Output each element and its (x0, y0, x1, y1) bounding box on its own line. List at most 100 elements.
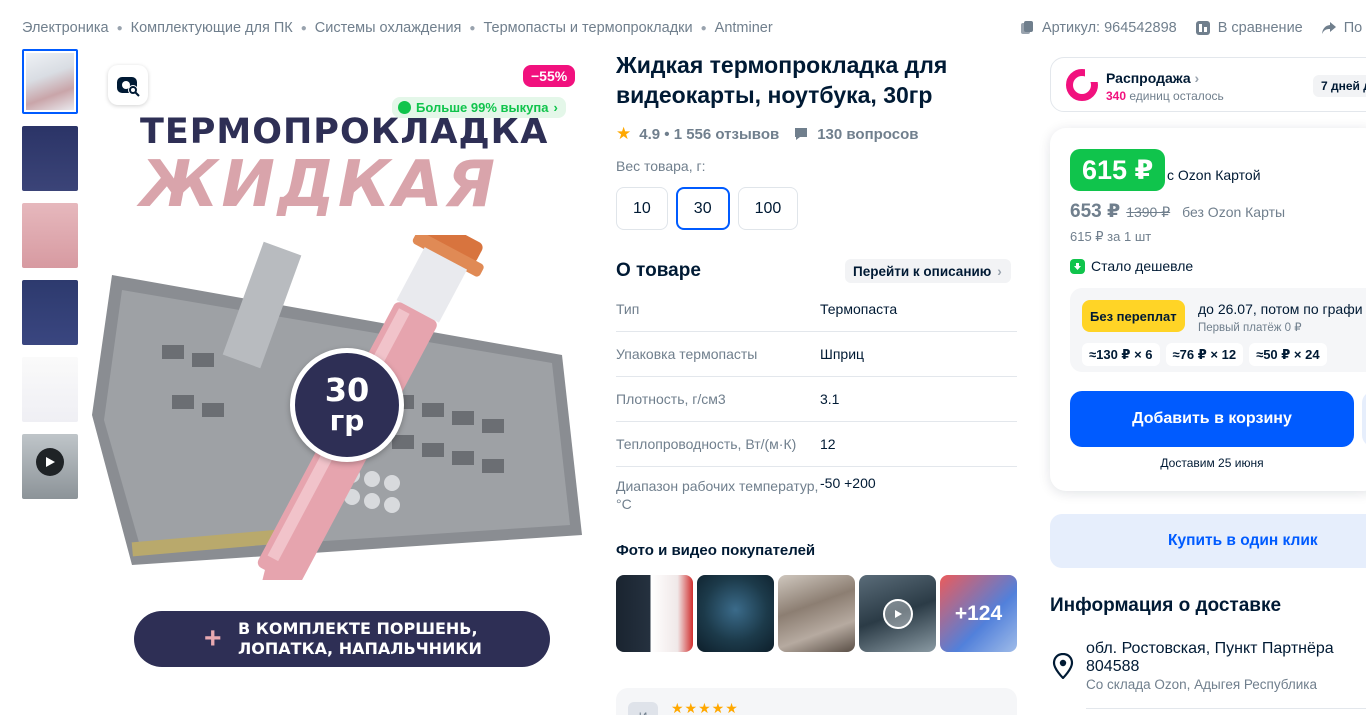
buyer-photo[interactable] (778, 575, 855, 652)
buyer-photo[interactable] (616, 575, 693, 652)
spec-key: Плотность, г/см3 (616, 391, 726, 407)
compare-icon (1195, 20, 1211, 36)
play-icon (36, 448, 64, 476)
rating-row: ★ 4.9 • 1 556 отзывов 130 вопросов (616, 124, 919, 144)
ozon-card-label: с Ozon Картой (1167, 167, 1261, 183)
thumbnail-5[interactable] (22, 357, 78, 422)
breadcrumb-item[interactable]: Электроника (22, 20, 109, 36)
review-stars: ★★★★★ (671, 700, 739, 715)
more-count: +124 (940, 575, 1017, 652)
weight-label: Вес товара, г: (616, 158, 706, 174)
weight-option-10[interactable]: 10 (616, 187, 668, 230)
star-icon: ★ (616, 124, 632, 143)
thumbnail-4[interactable] (22, 280, 78, 345)
image-title-line1: ТЕРМОПРОКЛАДКА (140, 112, 549, 152)
breadcrumb-separator: ● (700, 22, 707, 34)
sale-days-left: 7 дней д (1313, 75, 1366, 97)
avatar: И (628, 702, 658, 715)
thumbnail-3[interactable] (22, 203, 78, 268)
kit-banner: + В КОМПЛЕКТЕ ПОРШЕНЬ, ЛОПАТКА, НАПАЛЬЧН… (134, 611, 550, 667)
thumbnail-video[interactable] (22, 434, 78, 499)
first-payment: Первый платёж 0 ₽ (1198, 322, 1302, 334)
arrow-down-icon (1070, 258, 1085, 274)
sale-count: 340 (1106, 89, 1127, 103)
weight-selector: 10 30 100 (616, 187, 799, 230)
installment-box[interactable]: Без переплат до 26.07, потом по графи Пе… (1070, 288, 1366, 372)
spec-key: Тип (616, 301, 640, 317)
kit-line1: В КОМПЛЕКТЕ ПОРШЕНЬ, (238, 619, 478, 638)
questions-link[interactable]: 130 вопросов (793, 126, 919, 143)
buy-one-click-button[interactable]: Купить в один клик (1050, 514, 1366, 568)
compare-label: В сравнение (1217, 20, 1303, 36)
top-actions: Артикул: 964542898 В сравнение По (1019, 20, 1362, 36)
delivery-title: Информация о доставке (1050, 595, 1282, 616)
sale-banner[interactable]: Распродажа › 340 единиц осталось 7 дней … (1050, 57, 1366, 112)
breadcrumb-item[interactable]: Antminer (715, 20, 773, 36)
breadcrumb-item[interactable]: Комплектующие для ПК (131, 20, 293, 36)
compare-button[interactable]: В сравнение (1195, 20, 1303, 36)
review-card[interactable]: И ★★★★★ (616, 688, 1017, 715)
article-number[interactable]: Артикул: 964542898 (1019, 20, 1177, 36)
installment-option[interactable]: ≈130 ₽ × 6 (1082, 343, 1160, 366)
spec-value: Термопаста (820, 301, 898, 317)
breadcrumb-separator: ● (116, 22, 123, 34)
favorite-button[interactable] (1362, 391, 1366, 447)
sale-remaining: 340 единиц осталось (1106, 89, 1224, 103)
search-by-photo-button[interactable] (108, 65, 148, 105)
product-title: Жидкая термопрокладка для видеокарты, но… (616, 52, 948, 108)
sale-ring-icon (1066, 68, 1099, 101)
main-product-image[interactable]: ТЕРМОПРОКЛАДКА ЖИДКАЯ 30 гр + В КОМПЛЕКТ… (92, 60, 592, 680)
buyer-video[interactable] (859, 575, 936, 652)
installment-option[interactable]: ≈50 ₽ × 24 (1249, 343, 1327, 366)
unit-price: 615 ₽ за 1 шт (1070, 229, 1152, 244)
spec-value: 12 (820, 436, 836, 452)
buyer-media-more[interactable]: +124 (940, 575, 1017, 652)
sale-title: Распродажа (1106, 70, 1191, 86)
warehouse-info: Со склада Ozon, Адыгея Республика (1086, 677, 1318, 692)
spec-row: Упаковка термопасты Шприц (616, 332, 1017, 377)
share-label: По (1343, 20, 1363, 36)
sale-left-text: единиц осталось (1129, 89, 1224, 103)
about-title: О товаре (616, 260, 701, 281)
go-to-description-button[interactable]: Перейти к описанию › (845, 259, 1011, 283)
share-button[interactable]: По (1321, 20, 1363, 36)
price-dropped: Стало дешевле (1070, 258, 1193, 274)
thumbnail-2[interactable] (22, 126, 78, 191)
go-to-description-label: Перейти к описанию (853, 263, 992, 279)
check-circle-icon (398, 101, 411, 114)
photo-search-icon (117, 77, 140, 97)
buyout-label: Больше 99% выкупа (416, 100, 549, 115)
pickup-address[interactable]: обл. Ростовская, Пункт Партнёра 804588 (1086, 640, 1366, 676)
divider (1086, 708, 1366, 709)
installment-badge: Без переплат (1082, 300, 1185, 332)
buyout-badge[interactable]: Больше 99% выкупа › (392, 97, 566, 118)
discount-badge: −55% (523, 65, 576, 87)
weight-badge-number: 30 (324, 371, 370, 409)
price-card: 615 ₽ с Ozon Картой 653 ₽ 1390 ₽ без Ozo… (1050, 128, 1366, 491)
spec-value: 3.1 (820, 391, 840, 407)
breadcrumb: Электроника ● Комплектующие для ПК ● Систе… (22, 20, 773, 36)
installment-option[interactable]: ≈76 ₽ × 12 (1165, 343, 1244, 366)
price-dropped-label: Стало дешевле (1091, 258, 1194, 274)
no-card-label: без Ozon Карты (1182, 204, 1286, 220)
location-pin-icon (1052, 653, 1074, 679)
price-row: 653 ₽ 1390 ₽ без Ozon Карты (1070, 200, 1285, 223)
kit-line2: ЛОПАТКА, НАПАЛЬЧНИКИ (238, 639, 482, 658)
buyer-photo[interactable] (697, 575, 774, 652)
old-price: 1390 ₽ (1126, 204, 1171, 220)
buyer-media-list: +124 (616, 575, 1017, 652)
breadcrumb-separator: ● (300, 22, 307, 34)
chevron-right-icon: › (1194, 70, 1200, 86)
add-to-cart-button[interactable]: Добавить в корзину (1070, 391, 1354, 447)
breadcrumb-item[interactable]: Термопасты и термопрокладки (483, 20, 692, 36)
weight-option-100[interactable]: 100 (737, 187, 799, 230)
weight-option-30[interactable]: 30 (675, 187, 730, 230)
breadcrumb-item[interactable]: Системы охлаждения (315, 20, 462, 36)
rating-reviews-link[interactable]: 4.9 • 1 556 отзывов (639, 126, 779, 143)
plus-icon: + (204, 622, 222, 655)
spec-value: Шприц (820, 346, 865, 362)
spec-row: Тип Термопаста (616, 287, 1017, 332)
thumbnail-1[interactable] (22, 49, 78, 114)
chevron-right-icon: › (553, 100, 558, 115)
share-icon (1321, 20, 1337, 36)
